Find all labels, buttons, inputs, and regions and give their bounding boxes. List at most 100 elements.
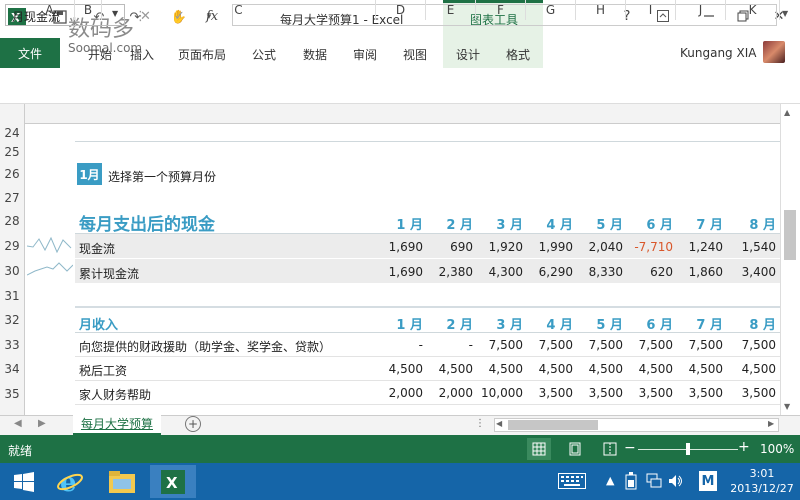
income-cell: 7,500 (741, 338, 776, 352)
cashflow-cell: 2,380 (438, 265, 473, 279)
income-cell: 4,500 (388, 362, 423, 376)
tab-review[interactable]: 审阅 (353, 46, 377, 63)
income-cell: - (418, 338, 423, 352)
cashflow-cell: 6,290 (538, 265, 573, 279)
row-header-31[interactable]: 31 (0, 284, 25, 308)
column-header-f[interactable]: F (476, 0, 526, 20)
tab-formulas[interactable]: 公式 (252, 46, 276, 63)
row-header-28[interactable]: 28 (0, 209, 25, 234)
month-selector[interactable]: 1月 (77, 163, 102, 185)
income-cell: 4,500 (488, 362, 523, 376)
month-prompt: 选择第一个预算月份 (108, 170, 217, 184)
row-label: 累计现金流 (79, 267, 140, 281)
cashflow-cell: 1,990 (538, 240, 573, 254)
tab-page-layout[interactable]: 页面布局 (178, 46, 226, 63)
page-break-preview-icon[interactable] (598, 438, 622, 460)
tab-view[interactable]: 视图 (403, 46, 427, 63)
avatar[interactable] (763, 41, 785, 63)
file-explorer-icon[interactable] (102, 465, 142, 498)
volume-icon[interactable] (668, 473, 684, 492)
windows-start-icon[interactable] (4, 465, 44, 498)
row-header-29[interactable]: 29 (0, 234, 25, 259)
cashflow-cell: 1,540 (741, 240, 776, 254)
excel-taskbar-icon[interactable]: X (150, 465, 196, 498)
row-header-32[interactable]: 32 (0, 308, 25, 333)
add-sheet-icon[interactable]: + (185, 416, 201, 432)
vertical-scrollbar[interactable] (780, 104, 800, 416)
column-header-g[interactable]: G (526, 0, 576, 20)
cashflow-cell: 1,240 (688, 240, 723, 254)
income-cell: 2,000 (438, 386, 473, 400)
column-header-h[interactable]: H (576, 0, 626, 20)
horizontal-scroll-thumb[interactable] (508, 420, 598, 430)
cashflow-cell: -7,710 (634, 240, 673, 254)
column-header-i[interactable]: I (626, 0, 676, 20)
column-header-k[interactable]: K (726, 0, 780, 20)
income-cell: 3,500 (588, 386, 623, 400)
prev-sheet-icon[interactable]: ◀ (14, 418, 22, 429)
row-header-26[interactable]: 26 (0, 162, 25, 187)
tab-design[interactable]: 设计 (456, 46, 480, 63)
cashflow-cell: 1,920 (488, 240, 523, 254)
expand-formula-bar-icon[interactable]: ▼ (782, 9, 788, 18)
income-cell: 3,500 (741, 386, 776, 400)
row-header-27[interactable]: 27 (0, 187, 25, 209)
vertical-scroll-thumb[interactable] (784, 210, 796, 260)
cashflow-cell: 620 (650, 265, 673, 279)
tab-file[interactable]: 文件 (0, 38, 60, 68)
column-header-e[interactable]: E (426, 0, 476, 20)
income-cell: 4,500 (438, 362, 473, 376)
scroll-down-icon[interactable]: ▼ (784, 402, 790, 411)
income-cell: 7,500 (688, 338, 723, 352)
cumulative-sparkline (27, 262, 73, 276)
row-header-34[interactable]: 34 (0, 357, 25, 381)
network-icon[interactable] (646, 473, 662, 492)
tab-home[interactable]: 开始 (88, 46, 112, 63)
tab-insert[interactable]: 插入 (130, 46, 154, 63)
sheet-tab-monthly-budget[interactable]: 每月大学预算 (73, 413, 161, 435)
row-header-33[interactable]: 33 (0, 333, 25, 357)
input-method-indicator[interactable]: M (699, 471, 717, 491)
power-icon[interactable] (624, 472, 638, 493)
cashflow-cell: 1,690 (388, 265, 423, 279)
tab-split-handle-icon[interactable]: ⋮ (475, 418, 485, 429)
column-header-c[interactable]: C (102, 0, 376, 20)
row-header-30[interactable]: 30 (0, 259, 25, 284)
column-header-a[interactable]: A (25, 0, 75, 20)
row-header-24[interactable]: 24 (0, 124, 25, 142)
cashflow-cell: 690 (450, 240, 473, 254)
zoom-in-icon[interactable]: + (738, 439, 750, 455)
column-header-j[interactable]: J (676, 0, 726, 20)
income-cell: 7,500 (638, 338, 673, 352)
normal-view-icon[interactable] (527, 438, 551, 460)
scroll-left-icon[interactable]: ◀ (496, 419, 502, 428)
income-cell: 3,500 (538, 386, 573, 400)
zoom-slider-thumb[interactable] (686, 443, 690, 455)
income-cell: 7,500 (538, 338, 573, 352)
system-clock[interactable]: 3:01 2013/12/27 (724, 466, 800, 496)
column-header-d[interactable]: D (376, 0, 426, 20)
column-header-b[interactable]: B (75, 0, 102, 20)
zoom-level[interactable]: 100% (760, 442, 794, 456)
income-cell: 3,500 (638, 386, 673, 400)
next-sheet-icon[interactable]: ▶ (38, 418, 46, 429)
income-cell: 4,500 (588, 362, 623, 376)
internet-explorer-icon[interactable]: e (50, 465, 90, 498)
user-name[interactable]: Kungang XIA (680, 46, 756, 60)
month-header: 5 月 (596, 318, 623, 333)
row-header-25[interactable]: 25 (0, 142, 25, 162)
zoom-out-icon[interactable]: − (624, 440, 636, 456)
scroll-up-icon[interactable]: ▲ (784, 108, 790, 117)
show-hidden-icons-icon[interactable]: ▲ (606, 474, 614, 487)
column-headers (0, 104, 780, 124)
month-header: 1 月 (396, 318, 423, 333)
month-header: 1 月 (396, 218, 423, 233)
row-rule (75, 356, 780, 357)
select-all-corner[interactable] (0, 104, 25, 124)
scroll-right-icon[interactable]: ▶ (768, 419, 774, 428)
row-header-35[interactable]: 35 (0, 381, 25, 415)
tab-data[interactable]: 数据 (303, 46, 327, 63)
page-layout-view-icon[interactable] (563, 438, 587, 460)
keyboard-icon[interactable] (558, 473, 586, 492)
tab-format[interactable]: 格式 (506, 46, 530, 63)
